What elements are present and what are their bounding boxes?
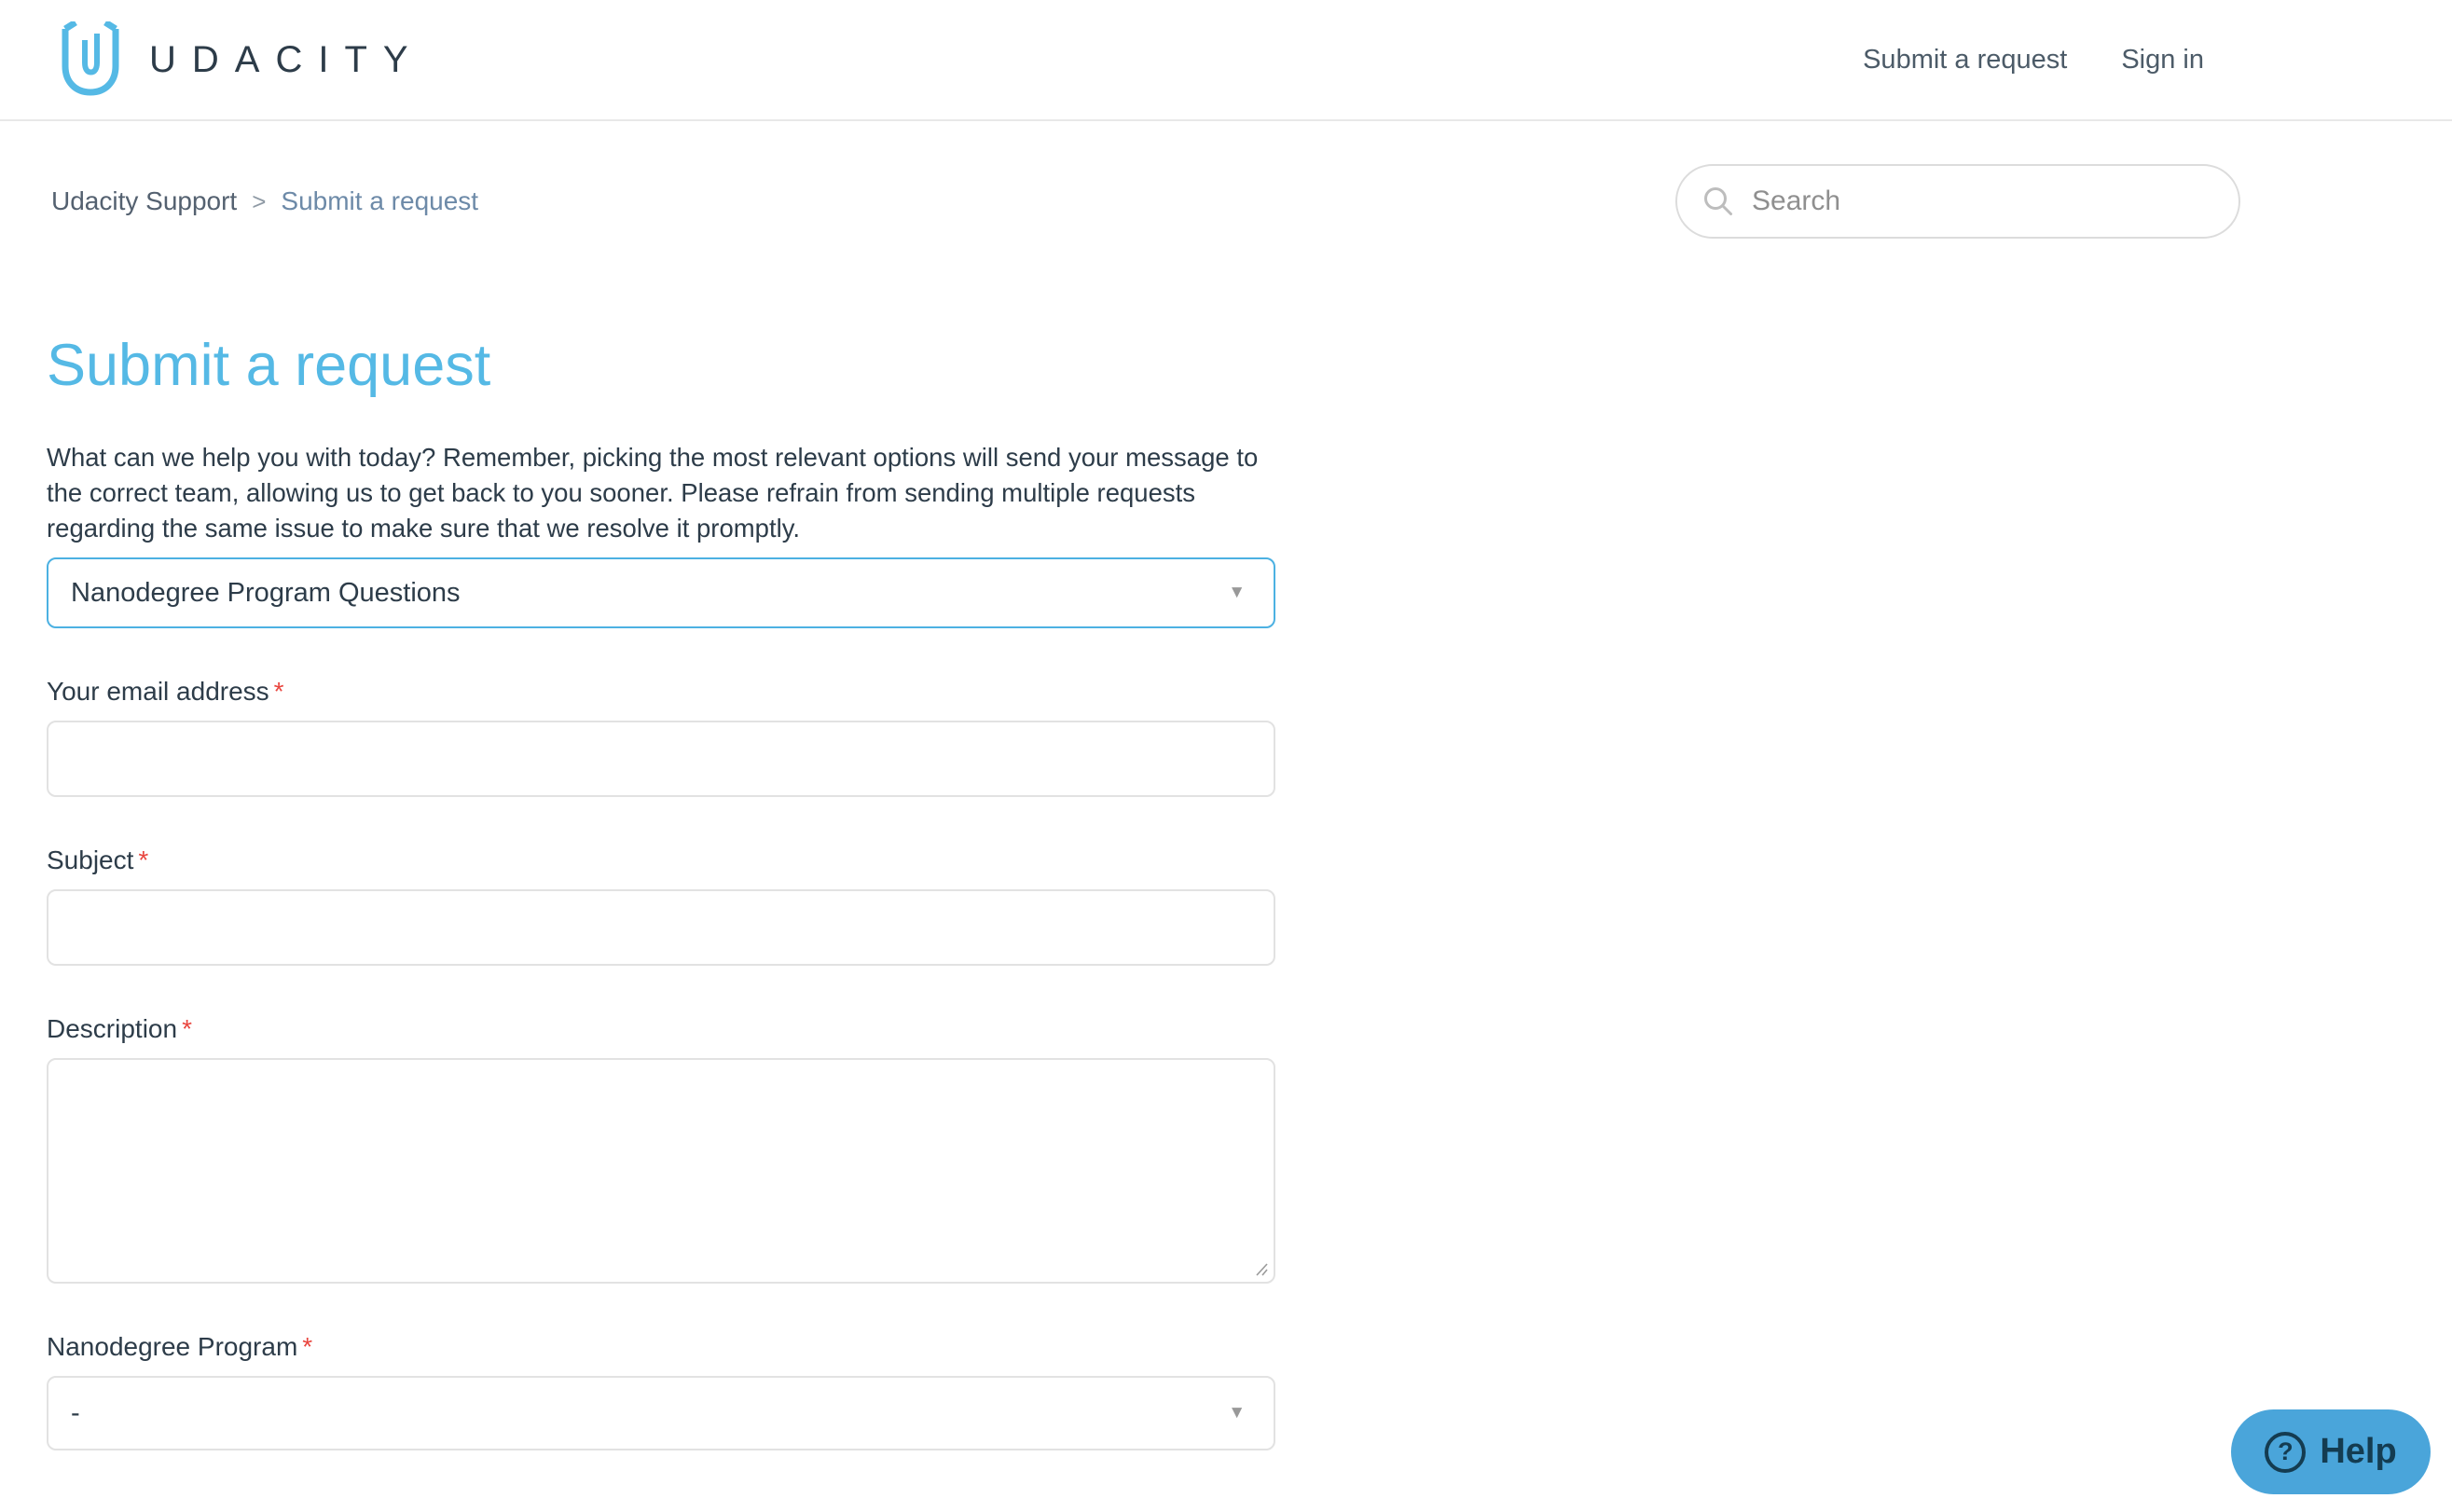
required-asterisk: * [302, 1332, 313, 1361]
logo-wordmark: UDACITY [149, 38, 424, 80]
header: UDACITY Submit a request Sign in [0, 0, 2452, 121]
nav-submit-request-link[interactable]: Submit a request [1863, 45, 2067, 76]
udacity-logo[interactable]: UDACITY [56, 21, 424, 98]
search-input[interactable] [1752, 186, 2214, 217]
program-field-group: Nanodegree Program * - ▼ [47, 1332, 1324, 1450]
description-label: Description * [47, 1014, 192, 1043]
subject-field-group: Subject * [47, 845, 1324, 966]
intro-text: What can we help you with today? Remembe… [47, 443, 1259, 543]
search-icon [1704, 187, 1732, 215]
breadcrumb-udacity-support[interactable]: Udacity Support [51, 186, 237, 216]
page-title: Submit a request [47, 333, 491, 398]
required-asterisk: * [182, 1014, 192, 1043]
email-label: Your email address * [47, 677, 284, 706]
udacity-logo-icon [62, 21, 119, 96]
description-field-group: Description * [47, 1014, 1324, 1284]
main-content: Submit a request What can we help you wi… [0, 332, 1324, 1450]
chevron-down-icon: ▼ [1228, 1403, 1246, 1423]
description-field[interactable] [47, 1058, 1275, 1284]
required-asterisk: * [138, 845, 149, 874]
nav-sign-in-link[interactable]: Sign in [2121, 45, 2204, 76]
topbar: Udacity Support > Submit a request [0, 121, 2452, 239]
page: UDACITY Submit a request Sign in Udacity… [0, 0, 2452, 1512]
program-label: Nanodegree Program * [47, 1332, 313, 1361]
email-field[interactable] [47, 721, 1275, 797]
breadcrumb-separator: > [252, 186, 267, 215]
chevron-down-icon: ▼ [1228, 583, 1246, 602]
subject-field[interactable] [47, 889, 1275, 966]
program-select[interactable]: - ▼ [47, 1376, 1275, 1450]
category-select-value: Nanodegree Program Questions [71, 577, 461, 608]
breadcrumb-current: Submit a request [281, 186, 479, 215]
search-box[interactable] [1675, 164, 2240, 239]
required-asterisk: * [273, 677, 284, 706]
question-mark-icon: ? [2265, 1431, 2307, 1473]
category-select[interactable]: Nanodegree Program Questions ▼ [47, 557, 1275, 628]
email-field-group: Your email address * [47, 677, 1324, 797]
help-button[interactable]: ? Help [2231, 1409, 2431, 1494]
header-nav: Submit a request Sign in [1863, 45, 2204, 76]
breadcrumb: Udacity Support > Submit a request [51, 186, 478, 216]
help-button-label: Help [2320, 1432, 2397, 1471]
subject-label: Subject * [47, 845, 149, 874]
program-select-value: - [71, 1397, 80, 1428]
